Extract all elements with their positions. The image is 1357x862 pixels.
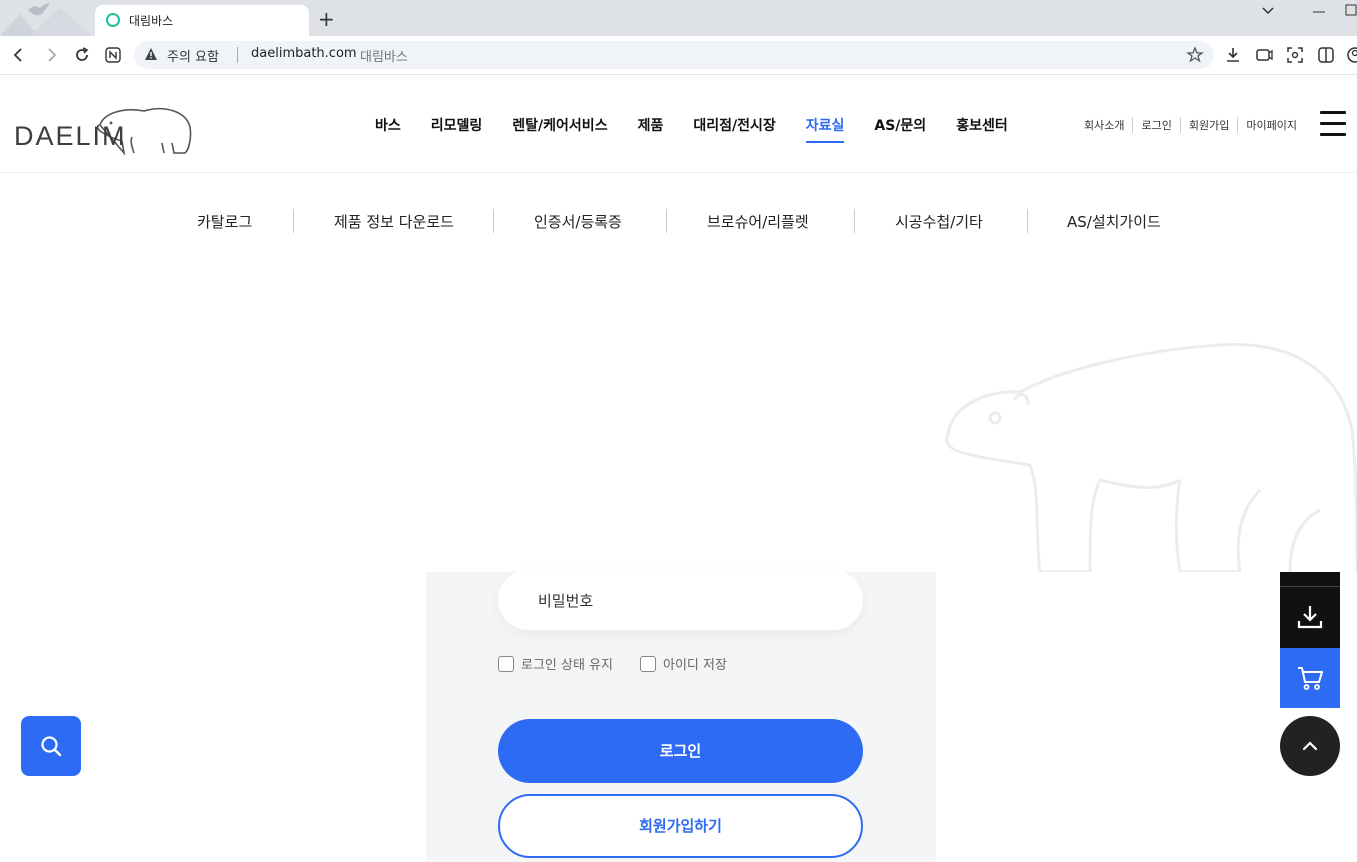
url-page-title: 대림바스 [360, 50, 408, 65]
browser-theme-decoration [0, 3, 92, 36]
daelim-logo[interactable]: DAELIM [14, 95, 194, 155]
minimize-icon[interactable] [1313, 10, 1325, 14]
password-input[interactable]: 비밀번호 [498, 570, 863, 630]
tab-list-chevron-icon[interactable] [1262, 6, 1274, 16]
util-login-link[interactable]: 로그인 [1132, 117, 1179, 133]
keep-login-checkbox[interactable]: 로그인 상태 유지 [498, 654, 613, 673]
omnibox[interactable]: 주의 요함 daelimbath.com 대림바스 [134, 41, 1214, 69]
nav-item-products[interactable]: 제품 [638, 115, 664, 143]
browser-tab-active[interactable]: 대림바스 [95, 5, 309, 36]
login-panel: 비밀번호 로그인 상태 유지 아이디 저장 로그인 회원가입하기 [426, 570, 936, 862]
subnav-construction-guide[interactable]: 시공수첩/기타 [895, 211, 983, 232]
nav-item-pr-center[interactable]: 홍보센터 [956, 115, 1008, 143]
floating-search-button[interactable] [21, 716, 81, 776]
util-join-link[interactable]: 회원가입 [1179, 117, 1237, 133]
util-mypage-link[interactable]: 마이페이지 [1237, 117, 1305, 133]
site-favicon-icon [106, 13, 120, 27]
site-header: DAELIM 바스 리모델링 렌탈/케어서비스 제품 대리점/전시장 자료실 A… [0, 75, 1357, 173]
download-toolbar-icon[interactable] [1224, 46, 1242, 64]
omnibox-divider [237, 47, 238, 63]
nav-item-resources[interactable]: 자료실 [805, 115, 845, 143]
forward-icon[interactable] [42, 46, 60, 64]
back-icon[interactable] [10, 46, 28, 64]
utility-links: 회사소개 로그인 회원가입 마이페이지 [1084, 117, 1305, 133]
save-id-checkbox-box[interactable] [640, 655, 656, 672]
security-warning-text[interactable]: 주의 요함 [167, 46, 219, 65]
logo-wordmark: DAELIM [14, 121, 127, 151]
join-button-label: 회원가입하기 [639, 817, 722, 835]
sidebar-icon[interactable] [1317, 46, 1335, 64]
save-id-label[interactable]: 아이디 저장 [663, 654, 727, 673]
cart-icon [1298, 667, 1323, 690]
chevron-up-icon [1302, 741, 1318, 751]
nav-item-rental-care[interactable]: 렌탈/케어서비스 [512, 115, 607, 143]
new-tab-button[interactable]: + [318, 9, 335, 29]
nav-item-remodeling[interactable]: 리모델링 [431, 115, 483, 143]
keep-login-label[interactable]: 로그인 상태 유지 [521, 654, 613, 673]
save-id-checkbox[interactable]: 아이디 저장 [640, 654, 727, 673]
sub-navigation: 카탈로그 제품 정보 다운로드 인증서/등록증 브로슈어/리플렛 시공수첩/기타… [0, 207, 1357, 237]
subnav-divider [1027, 209, 1028, 233]
cast-icon[interactable] [1255, 46, 1273, 64]
url-text[interactable]: daelimbath.com [251, 46, 357, 61]
download-icon [1297, 606, 1323, 629]
hamburger-icon[interactable] [1320, 111, 1346, 136]
subnav-certificates[interactable]: 인증서/등록증 [534, 211, 622, 232]
keep-login-checkbox-box[interactable] [498, 655, 514, 672]
screenshot-icon[interactable] [1286, 46, 1304, 64]
side-divider [1280, 586, 1340, 587]
subnav-product-info-download[interactable]: 제품 정보 다운로드 [334, 211, 454, 232]
subnav-brochure[interactable]: 브로슈어/리플렛 [707, 211, 809, 232]
warning-icon[interactable] [144, 47, 158, 61]
subnav-catalog[interactable]: 카탈로그 [197, 211, 252, 232]
login-button[interactable]: 로그인 [498, 719, 863, 783]
subnav-divider [666, 209, 667, 233]
main-navigation: 바스 리모델링 렌탈/케어서비스 제품 대리점/전시장 자료실 AS/문의 홍보… [375, 115, 1038, 143]
nav-item-bath[interactable]: 바스 [375, 115, 401, 143]
subnav-divider [493, 209, 494, 233]
password-placeholder: 비밀번호 [538, 592, 594, 610]
profile-icon[interactable] [1346, 46, 1357, 64]
util-company-link[interactable]: 회사소개 [1084, 117, 1132, 133]
subnav-divider [293, 209, 294, 233]
search-icon [41, 736, 62, 757]
subnav-divider [854, 209, 855, 233]
side-cart-button[interactable] [1280, 648, 1340, 708]
bookmark-star-icon[interactable] [1186, 46, 1204, 64]
login-button-label: 로그인 [659, 742, 702, 760]
subnav-as-install-guide[interactable]: AS/설치가이드 [1067, 211, 1161, 232]
tab-title: 대림바스 [129, 14, 174, 28]
nav-item-as-inquiry[interactable]: AS/문의 [874, 115, 926, 143]
nav-item-dealers[interactable]: 대리점/전시장 [693, 115, 775, 143]
browser-tab-bar: 대림바스 + [0, 0, 1357, 36]
browser-address-bar: 주의 요함 daelimbath.com 대림바스 [0, 36, 1357, 75]
maximize-icon[interactable] [1345, 4, 1357, 16]
side-download-button[interactable] [1280, 572, 1340, 648]
extension-n-icon[interactable] [104, 46, 122, 64]
reload-icon[interactable] [73, 46, 91, 64]
bear-watermark-illustration [945, 342, 1357, 572]
join-button[interactable]: 회원가입하기 [498, 794, 863, 858]
scroll-to-top-button[interactable] [1280, 716, 1340, 776]
